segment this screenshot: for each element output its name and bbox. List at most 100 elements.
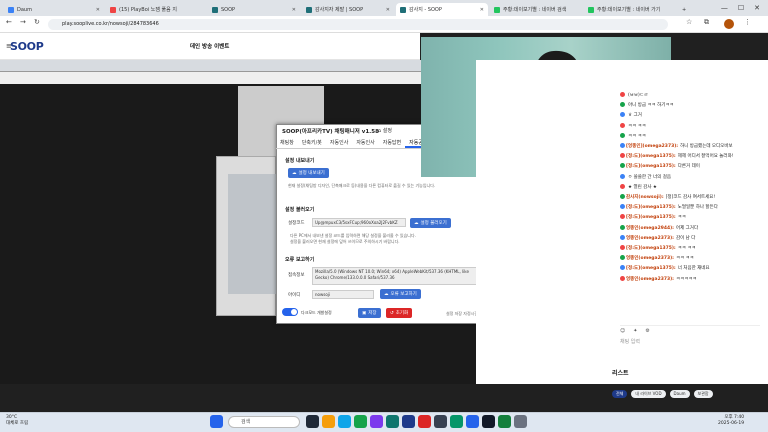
chat-message: [정:도](omega1375): 다른거 데이 (620, 163, 700, 169)
file-explorer-icon[interactable] (322, 415, 335, 428)
tab-soop-active[interactable]: 감사지 - SOOP ✕ (396, 3, 488, 16)
minimize-icon[interactable]: — (721, 4, 728, 12)
chat-tools: ☺ ✦ ⚙ (620, 325, 760, 335)
chat-text: ★ 열린 감사 ★ (628, 184, 657, 190)
chat-text: ㅋㅋ (677, 215, 687, 221)
user-badge-icon (620, 102, 625, 108)
close-icon[interactable]: ✕ (480, 7, 484, 13)
user-badge-icon (620, 122, 625, 128)
weather-widget[interactable]: 30°C 대체로 흐림 (6, 415, 28, 427)
tab-playboi[interactable]: (15) PlayBoi 노잼 풀음 지 (106, 3, 206, 16)
chat-nickname[interactable]: [정:도](omega1375): (626, 164, 676, 169)
list-tab-daum[interactable]: Daum (669, 390, 690, 398)
dark-mode-toggle[interactable] (282, 308, 298, 316)
chat-nickname[interactable]: [정:도](omega1375): (626, 215, 676, 220)
extensions-icon[interactable]: ⧉ (704, 18, 709, 27)
chat-nickname[interactable]: 엉뚱인(omega2944): (626, 226, 674, 231)
star-icon[interactable]: ☆ (686, 18, 692, 26)
url-input[interactable]: play.sooplive.co.kr/nowsoji/284783646 (48, 19, 668, 30)
chat-nickname[interactable]: [정:도](omega1375): (626, 205, 676, 210)
close-icon[interactable]: ✕ (96, 7, 100, 13)
user-badge-icon (620, 143, 625, 148)
taskbar-search[interactable]: 검색 (228, 416, 300, 428)
chat-nickname[interactable]: 엉뚱인(omega2373): (626, 256, 674, 261)
chat-message: ㅋㅋ ㅋㅋ (620, 132, 646, 139)
tab-auto-greet-2[interactable]: 자동인사 (352, 137, 378, 148)
clock-date: 2025-06-19 (718, 421, 745, 426)
chat-nickname[interactable]: 엉뚱인(omega2373): (626, 236, 674, 241)
app-icon[interactable] (402, 415, 415, 428)
start-icon[interactable] (210, 415, 223, 428)
chat-nickname[interactable]: [정:도](omega1375): (626, 266, 676, 271)
list-tab-all[interactable]: 전체 (612, 390, 628, 398)
chat-nickname[interactable]: [엉뚱인](omega2373): (626, 144, 678, 149)
dialog-settings-link[interactable]: ⌂ 설정 (378, 127, 392, 134)
tab-auto-greet[interactable]: 자동인사 (326, 137, 352, 148)
chat-message: 엉뚱인(omega2944): 어제 그거다 (620, 224, 698, 231)
chrome-icon[interactable] (354, 415, 367, 428)
tab-naver-2[interactable]: 주황:데이보기별 : 네이버 가기 (584, 3, 676, 16)
list-tab-vod[interactable]: 내 라이브 VOD (631, 390, 666, 398)
user-badge-icon (620, 132, 625, 138)
new-tab-button[interactable]: + (678, 3, 688, 16)
app-icon[interactable] (386, 415, 399, 428)
back-icon[interactable]: ← (6, 18, 12, 26)
save-button[interactable]: ▣ 저장 (358, 308, 381, 318)
gift-icon[interactable]: ✦ (633, 328, 637, 335)
chat-nickname[interactable]: [정:도](omega1375): (626, 154, 676, 159)
youtube-icon (110, 6, 116, 13)
chat-message: [엉뚱인](omega2373): 하니 방금했는데 오디오바보 (620, 143, 733, 149)
chat-text: ㅇ 쓸쓸한 간 너의 걸음 (628, 174, 671, 180)
reload-icon[interactable]: ↻ (34, 18, 40, 26)
app-icon[interactable] (498, 415, 511, 428)
chat-nickname[interactable]: 감사지(nowsoji): (626, 195, 664, 200)
chat-text: 다른거 데이 (677, 164, 700, 170)
app-icon[interactable] (514, 415, 527, 428)
browser-tab-bar: Daum ✕ (15) PlayBoi 노잼 풀음 지 SOOP ✕ 감사지자 제발… (0, 0, 768, 16)
soop-logo[interactable]: SOOP (10, 40, 44, 53)
user-badge-icon (620, 275, 625, 281)
tab-naver-1[interactable]: 주황:데이보기별 : 네이버 검색 (490, 3, 582, 16)
chat-nickname[interactable]: 엉뚱인(omega2373): (626, 277, 674, 282)
tab-auto-reply[interactable]: 자동답변 (379, 137, 405, 148)
app-icon[interactable] (482, 415, 495, 428)
system-clock[interactable]: 오후 7:40 2025-06-19 (718, 415, 744, 427)
chat-message: ★ 열린 감사 ★ (620, 183, 657, 190)
chat-input[interactable]: 채팅 입력 (620, 338, 760, 348)
close-icon[interactable]: ✕ (292, 7, 296, 13)
maximize-icon[interactable]: ☐ (738, 4, 744, 12)
user-badge-icon (620, 112, 625, 118)
app-icon[interactable] (466, 415, 479, 428)
chat-nickname[interactable]: [정:도](omega1375): (626, 246, 676, 251)
forward-icon[interactable]: → (20, 18, 26, 26)
chat-message: [정:도](omega1375): 너 처음한 재네요 (620, 265, 710, 271)
import-note-2: 설정을 불러오면 현재 설정에 덮어 쓰이므로 주의하시기 바랍니다. (290, 239, 400, 244)
reset-button[interactable]: ↺ 초기화 (386, 308, 413, 318)
close-window-icon[interactable]: ✕ (754, 4, 760, 12)
list-tab-saved[interactable]: 보관함 (693, 390, 713, 398)
tab-shortcut[interactable]: 단축키/봇 (298, 137, 326, 148)
tab-soop[interactable]: SOOP ✕ (208, 3, 300, 16)
edge-icon[interactable] (338, 415, 351, 428)
emoji-icon[interactable]: ☺ (620, 328, 625, 335)
import-button[interactable]: ☁ 설정 불러오기 (410, 218, 451, 228)
reset-icon: ↺ (390, 310, 394, 316)
settings-icon[interactable]: ⚙ (645, 328, 649, 335)
error-id-input[interactable]: nowsoji (312, 290, 374, 299)
app-icon[interactable] (450, 415, 463, 428)
import-code-input[interactable]: Up@mpuxC3/5sxFCup;960oXoa2J2FvbKZ (312, 218, 406, 227)
tab-chat-window[interactable]: 채팅창 (276, 137, 298, 148)
error-report-button[interactable]: ☁ 오류 보고하기 (380, 289, 421, 299)
close-icon[interactable]: ✕ (386, 7, 390, 13)
app-icon[interactable] (418, 415, 431, 428)
tab-daum[interactable]: Daum ✕ (4, 3, 104, 16)
tab-soop-2[interactable]: 감사지자 제발 | SOOP ✕ (302, 3, 394, 16)
app-icon[interactable] (434, 415, 447, 428)
export-button[interactable]: ☁ 설정 내보내기 (288, 168, 329, 178)
save-icon: ▣ (362, 310, 367, 316)
menu-icon[interactable]: ⋮ (744, 18, 751, 26)
avatar[interactable] (724, 19, 734, 29)
task-view-icon[interactable] (306, 415, 319, 428)
store-icon[interactable] (370, 415, 383, 428)
chat-text: ㅋㅋㅋㅋㅋ (675, 276, 697, 282)
